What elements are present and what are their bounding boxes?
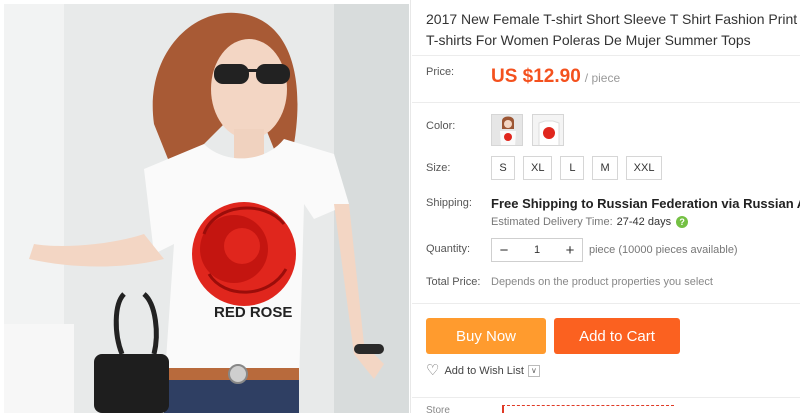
shipping-method[interactable]: Free Shipping to Russian Federation via … (491, 196, 800, 211)
size-option-s[interactable]: S (491, 156, 515, 180)
shirt-print-text: RED ROSE (214, 304, 292, 321)
divider (410, 0, 411, 413)
price: US $12.90/ piece (491, 66, 620, 88)
quantity-input[interactable]: 1 (516, 244, 558, 256)
chevron-down-icon[interactable]: ∨ (527, 365, 540, 377)
color-label: Color: (426, 120, 456, 132)
size-option-xl[interactable]: XL (523, 156, 553, 180)
quantity-stepper: − 1 + (491, 238, 583, 262)
total-price-label: Total Price: (426, 276, 481, 288)
quantity-increase-button[interactable]: + (558, 242, 582, 259)
buy-now-button[interactable]: Buy Now (426, 318, 546, 354)
divider (412, 102, 800, 103)
delivery-value: 27-42 days (616, 216, 672, 228)
size-options: S XL L M XXL (491, 156, 663, 180)
total-price-value: Depends on the product properties you se… (491, 276, 713, 288)
product-title-line-2: T-shirts For Women Poleras De Mujer Summ… (426, 32, 751, 48)
add-to-wish-list[interactable]: ♡ Add to Wish List ∨ (426, 362, 540, 379)
divider (412, 397, 800, 398)
quantity-label: Quantity: (426, 243, 471, 255)
shipping-label: Shipping: (426, 197, 472, 209)
product-title-line-1: 2017 New Female T-shirt Short Sleeve T S… (426, 11, 800, 27)
price-unit: / piece (584, 71, 621, 85)
size-option-l[interactable]: L (560, 156, 585, 180)
delivery-label: Estimated Delivery Time: (491, 216, 613, 228)
store-label: Store (426, 405, 450, 413)
color-swatch-rose[interactable] (532, 114, 564, 146)
heart-icon: ♡ (426, 362, 440, 379)
price-label: Price: (426, 66, 455, 78)
size-label: Size: (426, 162, 451, 174)
divider (412, 55, 800, 56)
quantity-availability: piece (10000 pieces available) (589, 244, 738, 256)
size-option-m[interactable]: M (592, 156, 618, 180)
color-swatch-woman[interactable] (491, 114, 523, 146)
help-icon[interactable]: ? (676, 216, 689, 228)
product-image[interactable]: RED ROSE (4, 4, 409, 413)
quantity-decrease-button[interactable]: − (492, 242, 516, 259)
add-to-cart-button[interactable]: Add to Cart (554, 318, 680, 354)
product-title[interactable]: 2017 New Female T-shirt Short Sleeve T S… (426, 9, 800, 51)
delivery-time: Estimated Delivery Time: 27-42 days ? (491, 216, 689, 228)
price-amount: US $12.90 (491, 66, 581, 87)
size-option-xxl[interactable]: XXL (625, 156, 663, 180)
wish-list-label: Add to Wish List (444, 365, 524, 377)
store-box (502, 405, 674, 413)
divider (412, 303, 800, 304)
